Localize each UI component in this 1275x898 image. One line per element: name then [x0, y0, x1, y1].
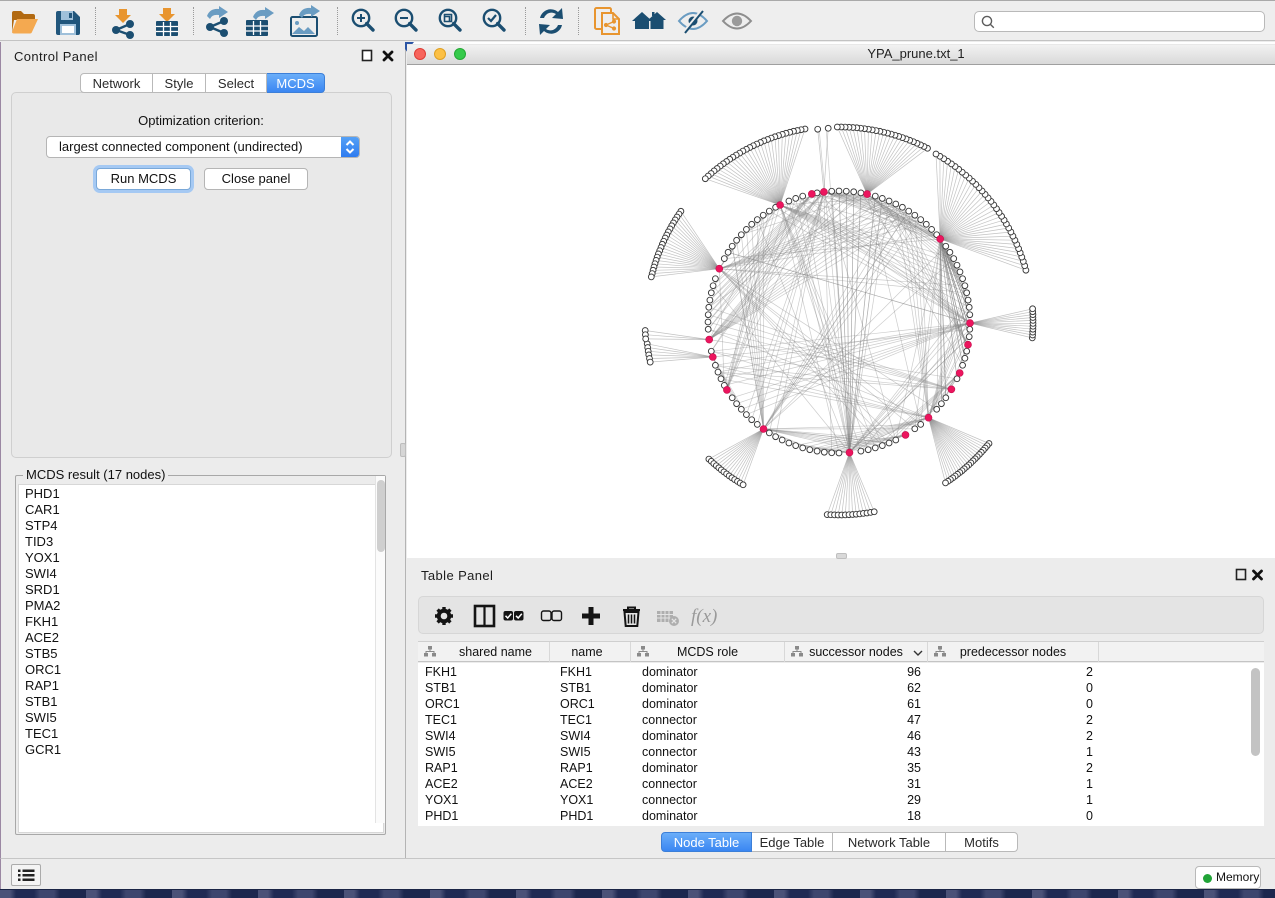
- svg-text:f(x): f(x): [691, 606, 717, 627]
